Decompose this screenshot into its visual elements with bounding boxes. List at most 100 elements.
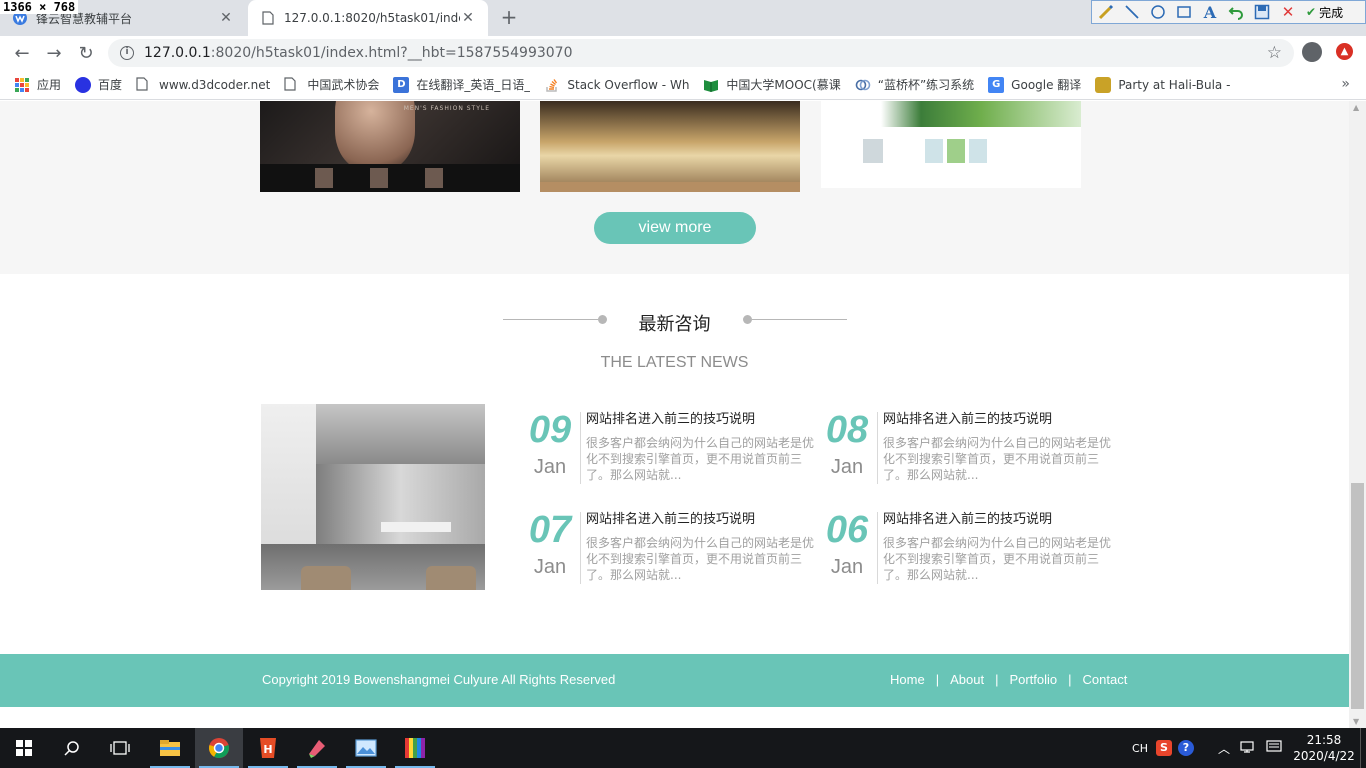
portfolio-thumbnail-fashion[interactable]: MEN'S FASHION STYLE <box>260 101 520 192</box>
url-path: :8020/h5task01/index.html?__hbt=15875549… <box>210 45 573 61</box>
latest-news-section: 最新咨询 THE LATEST NEWS 09 Jan 网站排名进入前三的技巧说… <box>0 274 1349 655</box>
reload-icon[interactable]: ↻ <box>74 41 98 65</box>
rectangle-icon[interactable] <box>1174 2 1194 22</box>
bookmark-mooc[interactable]: 中国大学MOOC(慕课 <box>703 76 841 93</box>
color-picker-icon[interactable] <box>391 728 439 768</box>
sogou-ime-icon[interactable]: S <box>1155 740 1172 756</box>
photo-ceiling <box>316 404 485 464</box>
news-month: Jan <box>533 556 567 578</box>
footer-link-home[interactable]: Home <box>890 672 925 687</box>
bookmark-party[interactable]: Party at Hali-Bula - <box>1095 76 1231 93</box>
close-icon[interactable]: ✕ <box>1278 2 1298 22</box>
news-divider <box>580 512 581 584</box>
profile-avatar-icon[interactable] <box>1302 42 1322 62</box>
new-tab-button[interactable]: + <box>498 6 520 28</box>
bookmark-wushu[interactable]: 中国武术协会 <box>284 76 379 93</box>
footer-link-contact[interactable]: Contact <box>1083 672 1128 687</box>
line-icon[interactable] <box>1122 2 1142 22</box>
bookmark-star-icon[interactable]: ☆ <box>1267 43 1282 63</box>
bookmark-lanqiao[interactable]: “蓝桥杯”练习系统 <box>855 76 974 93</box>
taskbar-clock[interactable]: 21:58 2020/4/22 <box>1288 732 1360 764</box>
tab-title: 127.0.0.1:8020/h5task01/index <box>284 11 460 25</box>
portfolio-thumbnail-lakeside[interactable] <box>540 101 800 192</box>
portfolio-section: MEN'S FASHION STYLE view more <box>0 101 1349 274</box>
pen-icon[interactable] <box>1096 2 1116 22</box>
bookmark-baidu[interactable]: 百度 <box>75 76 122 93</box>
bookmark-apps[interactable]: 应用 <box>14 76 61 93</box>
scroll-down-icon[interactable]: ▼ <box>1353 717 1359 726</box>
bookmarks-overflow-icon[interactable]: » <box>1341 76 1350 92</box>
news-heading: 最新咨询 <box>638 314 711 335</box>
task-view-icon[interactable] <box>96 728 144 768</box>
news-item[interactable]: 08 Jan 网站排名进入前三的技巧说明 很多客户都会纳闷为什么自己的网站老是优… <box>821 408 1121 488</box>
search-icon[interactable] <box>48 728 96 768</box>
news-item[interactable]: 06 Jan 网站排名进入前三的技巧说明 很多客户都会纳闷为什么自己的网站老是优… <box>821 508 1121 588</box>
done-button[interactable]: ✔ 完成 <box>1306 4 1343 21</box>
ime-indicator[interactable]: CH <box>1132 742 1148 755</box>
footer-link-about[interactable]: About <box>950 672 984 687</box>
product-thumb <box>863 139 883 163</box>
tab-close-icon[interactable]: ✕ <box>218 10 234 26</box>
news-day: 07 <box>528 509 572 551</box>
back-icon[interactable]: ← <box>10 41 34 65</box>
copyright-text: Copyright 2019 Bowenshangmei Culyure All… <box>262 672 616 687</box>
tab-close-icon[interactable]: ✕ <box>460 10 476 26</box>
bookmark-stackoverflow[interactable]: Stack Overflow - Wh <box>544 77 689 93</box>
bookmark-label: Google 翻译 <box>1011 78 1082 92</box>
bookmark-label: Party at Hali-Bula - <box>1118 77 1231 92</box>
news-item[interactable]: 09 Jan 网站排名进入前三的技巧说明 很多客户都会纳闷为什么自己的网站老是优… <box>524 408 824 488</box>
undo-icon[interactable] <box>1226 2 1246 22</box>
baidu-paw-icon <box>75 76 92 93</box>
chevron-up-icon[interactable]: ︿ <box>1218 740 1230 757</box>
network-icon[interactable] <box>1240 740 1256 757</box>
site-footer: Copyright 2019 Bowenshangmei Culyure All… <box>0 654 1349 707</box>
office-photo <box>261 404 485 590</box>
news-item[interactable]: 07 Jan 网站排名进入前三的技巧说明 很多客户都会纳闷为什么自己的网站老是优… <box>524 508 824 588</box>
news-excerpt: 很多客户都会纳闷为什么自己的网站老是优化不到搜索引擎首页，更不用说首页前三了。那… <box>883 436 1112 482</box>
portfolio-thumbnail-plants[interactable] <box>821 101 1081 188</box>
news-month: Jan <box>830 556 864 578</box>
document-icon <box>260 10 276 26</box>
annotation-toolbar: A ✕ ✔ 完成 <box>1091 0 1366 24</box>
news-title-link[interactable]: 网站排名进入前三的技巧说明 <box>586 408 822 427</box>
news-title-link[interactable]: 网站排名进入前三的技巧说明 <box>883 508 1119 527</box>
extension-icon[interactable]: ▲ <box>1336 43 1353 60</box>
check-icon: ✔ <box>1306 5 1317 19</box>
system-tray: CH S ? ︿ 21:58 2020/4/22 <box>1132 728 1366 768</box>
text-icon[interactable]: A <box>1200 2 1220 22</box>
file-explorer-icon[interactable] <box>146 728 194 768</box>
page-scrollbar[interactable]: ▲ ▼ <box>1349 101 1366 728</box>
news-title-link[interactable]: 网站排名进入前三的技巧说明 <box>883 408 1119 427</box>
hbuilder-icon[interactable]: H <box>244 728 292 768</box>
news-day: 09 <box>528 409 572 451</box>
news-title-link[interactable]: 网站排名进入前三的技巧说明 <box>586 508 822 527</box>
bookmark-google-translate[interactable]: G Google 翻译 <box>988 76 1081 93</box>
circle-icon[interactable] <box>1148 2 1168 22</box>
help-icon[interactable]: ? <box>1177 740 1194 756</box>
notification-icon[interactable] <box>1266 739 1282 757</box>
footer-link-portfolio[interactable]: Portfolio <box>1009 672 1057 687</box>
news-day: 08 <box>825 409 869 451</box>
bookmark-d3dcoder[interactable]: www.d3dcoder.net <box>136 76 270 93</box>
site-info-icon[interactable]: i <box>120 46 134 60</box>
document-icon <box>136 76 152 93</box>
bookmark-label: 中国大学MOOC(慕课 <box>726 78 841 92</box>
view-more-button[interactable]: view more <box>594 212 756 244</box>
mooc-book-icon <box>703 77 719 93</box>
show-desktop-button[interactable] <box>1360 728 1366 768</box>
forward-icon[interactable]: → <box>42 41 66 65</box>
windows-start-icon[interactable] <box>0 728 48 768</box>
news-divider <box>877 512 878 584</box>
chrome-icon[interactable] <box>195 728 243 768</box>
bookmarks-bar: 应用 百度 www.d3dcoder.net 中国武术协会 D 在线翻译_英语_… <box>0 70 1366 100</box>
save-icon[interactable] <box>1252 2 1272 22</box>
scroll-up-icon[interactable]: ▲ <box>1353 103 1359 112</box>
tab-active[interactable]: 127.0.0.1:8020/h5task01/index ✕ <box>248 0 488 36</box>
plants-banner-image <box>881 101 1081 127</box>
scrollbar-thumb[interactable] <box>1351 483 1364 709</box>
screen-size-label: 1366 × 768 <box>0 0 79 14</box>
bookmark-translate[interactable]: D 在线翻译_英语_日语_ <box>393 76 530 93</box>
photos-icon[interactable] <box>342 728 390 768</box>
url-omnibox[interactable]: i 127.0.0.1:8020/h5task01/index.html?__h… <box>108 39 1294 67</box>
paint-tool-icon[interactable] <box>293 728 341 768</box>
